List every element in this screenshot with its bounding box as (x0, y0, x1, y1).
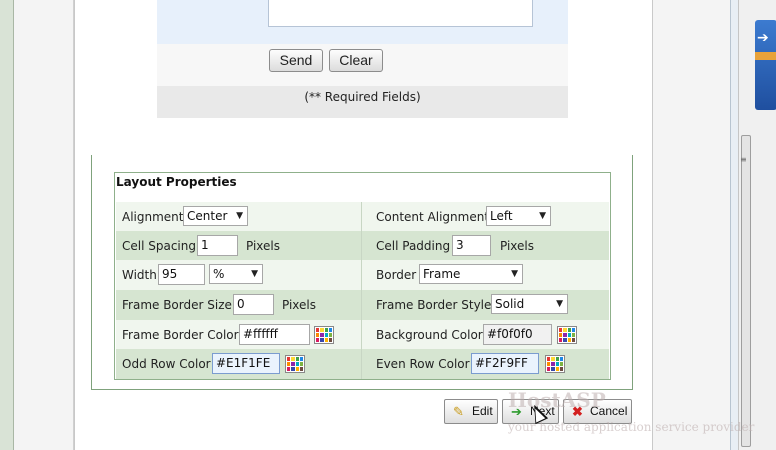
even-row-color-input[interactable]: #F2F9FF (471, 353, 539, 374)
border-value: Frame (423, 267, 461, 281)
form-button-row: Send Clear (157, 44, 568, 86)
cell-spacing-label: Cell Spacing (122, 239, 196, 253)
arrow-right-icon: ➔ (757, 30, 769, 46)
chevron-down-icon: ▼ (539, 211, 546, 221)
background-color-input[interactable]: #f0f0f0 (483, 324, 552, 345)
cell-padding-unit: Pixels (500, 239, 535, 253)
frame-border-size-input[interactable]: 0 (233, 294, 274, 315)
layout-properties-panel: Layout Properties Alignment Center ▼ Con… (114, 172, 611, 380)
width-cell: Width 95 % ▼ (116, 260, 362, 290)
even-row-color-cell: Even Row Color #F2F9FF (363, 349, 609, 379)
background-color-label: Background Color (376, 328, 483, 342)
frame-border-color-label: Frame Border Color (122, 328, 239, 342)
property-row: Alignment Center ▼ Content Alignment Lef… (116, 202, 609, 232)
message-textarea[interactable] (268, 0, 533, 27)
content-alignment-label: Content Alignment (376, 210, 490, 224)
cell-padding-cell: Cell Padding 3 Pixels (363, 231, 609, 261)
cell-padding-label: Cell Padding (376, 239, 451, 253)
width-unit-value: % (213, 267, 225, 281)
property-row: Frame Border Size 0 Pixels Frame Border … (116, 290, 609, 320)
right-frame-edge (730, 0, 738, 450)
left-frame-edge (0, 0, 14, 450)
frame-border-style-cell: Frame Border Style Solid ▼ (363, 290, 609, 320)
cell-padding-input[interactable]: 3 (452, 235, 491, 256)
required-fields-note: (** Required Fields) (304, 90, 421, 104)
property-row: Frame Border Color #ffffff Background Co… (116, 320, 609, 350)
width-label: Width (122, 268, 157, 282)
chevron-down-icon: ▼ (251, 269, 258, 279)
background-color-cell: Background Color #f0f0f0 (363, 320, 609, 350)
chevron-down-icon: ▼ (511, 269, 518, 279)
send-button[interactable]: Send (269, 49, 323, 72)
required-fields-row: (** Required Fields) (157, 86, 568, 118)
scrollbar-thumb[interactable] (741, 135, 751, 447)
color-palette-icon[interactable] (285, 355, 305, 373)
alignment-cell: Alignment Center ▼ (116, 202, 362, 232)
property-row: Width 95 % ▼ Border Frame ▼ (116, 260, 609, 290)
width-input[interactable]: 95 (158, 264, 205, 285)
left-panel (14, 0, 74, 450)
border-label: Border (376, 268, 417, 282)
content-alignment-select[interactable]: Left ▼ (486, 206, 551, 226)
cell-spacing-unit: Pixels (246, 239, 281, 253)
color-palette-icon[interactable] (314, 326, 334, 344)
frame-border-style-label: Frame Border Style (376, 298, 492, 312)
frame-border-style-value: Solid (495, 297, 525, 311)
color-palette-icon[interactable] (545, 355, 565, 373)
frame-border-size-unit: Pixels (282, 298, 317, 312)
property-row: Odd Row Color #E1F1FE Even Row Color #F2… (116, 349, 609, 379)
content-alignment-cell: Content Alignment Left ▼ (363, 202, 609, 232)
clear-button[interactable]: Clear (329, 49, 383, 72)
odd-row-color-label: Odd Row Color (122, 357, 211, 371)
even-row-color-label: Even Row Color (376, 357, 470, 371)
border-select[interactable]: Frame ▼ (419, 264, 523, 284)
chevron-down-icon: ▼ (556, 299, 563, 309)
odd-row-color-input[interactable]: #E1F1FE (212, 353, 280, 374)
property-row: Cell Spacing 1 Pixels Cell Padding 3 Pix… (116, 231, 609, 261)
alignment-select[interactable]: Center ▼ (183, 206, 248, 226)
frame-border-color-cell: Frame Border Color #ffffff (116, 320, 362, 350)
cell-spacing-input[interactable]: 1 (197, 235, 238, 256)
side-banner-stripe (755, 52, 776, 60)
panel-title: Layout Properties (116, 175, 237, 189)
alignment-label: Alignment (122, 210, 184, 224)
vertical-scrollbar[interactable]: ➔ ≡ (738, 0, 776, 450)
alignment-value: Center (187, 209, 228, 223)
cell-spacing-cell: Cell Spacing 1 Pixels (116, 231, 362, 261)
scrollbar-grip-icon: ≡ (740, 155, 747, 164)
watermark-tagline: your hosted application service provider (508, 420, 755, 434)
frame-border-color-input[interactable]: #ffffff (239, 324, 310, 345)
edit-button[interactable]: ✎ Edit (444, 399, 498, 424)
content-alignment-value: Left (490, 209, 513, 223)
color-palette-icon[interactable] (557, 326, 577, 344)
odd-row-color-cell: Odd Row Color #E1F1FE (116, 349, 362, 379)
pencil-icon: ✎ (453, 404, 464, 419)
frame-border-style-select[interactable]: Solid ▼ (491, 294, 568, 314)
chevron-down-icon: ▼ (236, 211, 243, 221)
right-panel (652, 0, 732, 450)
frame-border-size-label: Frame Border Size (122, 298, 232, 312)
watermark-brand: HostASP (508, 388, 606, 412)
border-cell: Border Frame ▼ (363, 260, 609, 290)
edit-label: Edit (472, 404, 493, 418)
width-unit-select[interactable]: % ▼ (209, 264, 263, 284)
frame-border-size-cell: Frame Border Size 0 Pixels (116, 290, 362, 320)
